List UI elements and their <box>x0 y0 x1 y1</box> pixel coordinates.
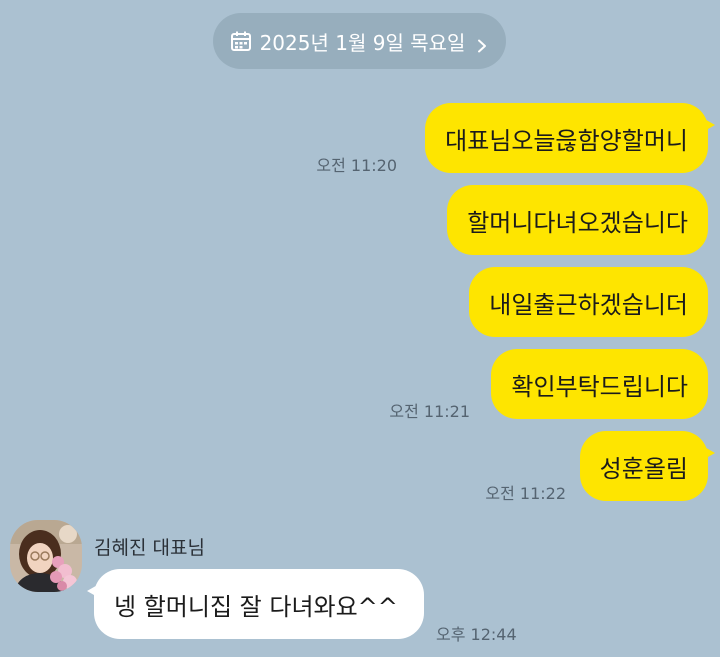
message-text: 성훈올림 <box>599 454 688 483</box>
outgoing-message-bubble[interactable]: 내일출근하겠습니더 <box>469 267 708 337</box>
calendar-icon <box>230 30 252 52</box>
date-divider-label: 2025년 1월 9일 목요일 <box>259 30 466 55</box>
outgoing-message-bubble[interactable]: 할머니다녀오겠습니다 <box>447 185 708 255</box>
message-text: 대표님오늘읂함양할머니 <box>445 126 688 155</box>
incoming-message-bubble[interactable]: 넹 할머니집 잘 다녀와요^^ <box>87 569 424 639</box>
sender-name: 김혜진 대표님 <box>94 537 205 559</box>
outgoing-message-bubble[interactable]: 성훈올림 <box>579 431 716 501</box>
message-text: 내일출근하겠습니더 <box>489 290 688 319</box>
outgoing-message-bubble[interactable]: 대표님오늘읂함양할머니 <box>425 103 715 173</box>
message-timestamp: 오전 11:21 <box>389 402 470 421</box>
message-text: 할머니다녀오겠습니다 <box>467 208 688 237</box>
message-timestamp: 오전 11:20 <box>316 156 397 175</box>
message-text: 확인부탁드립니다 <box>511 372 688 401</box>
chevron-right-icon <box>475 34 489 53</box>
outgoing-message-bubble[interactable]: 확인부탁드립니다 <box>491 349 708 419</box>
message-timestamp: 오전 11:22 <box>485 484 566 503</box>
message-text: 넹 할머니집 잘 다녀와요^^ <box>114 592 398 621</box>
date-divider[interactable]: 2025년 1월 9일 목요일 <box>213 13 506 69</box>
message-timestamp: 오후 12:44 <box>436 625 517 644</box>
sender-avatar[interactable] <box>10 520 82 592</box>
